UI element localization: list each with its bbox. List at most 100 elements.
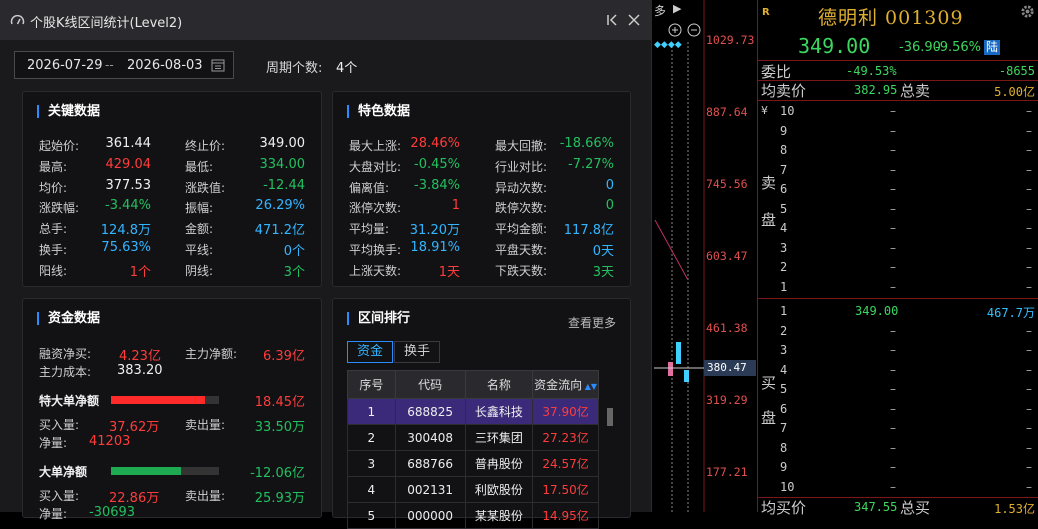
xl-order-value: 18.45亿 [254,395,305,410]
sell-level[interactable]: 1 [780,280,787,294]
flow-cell: 14.95亿 [532,502,599,529]
stat-value: -18.66% [559,136,614,151]
tab-turnover[interactable]: 换手 [394,341,440,363]
sell-level[interactable]: 4 [780,221,787,235]
buy-volume-empty: – [1026,460,1032,474]
see-more-link[interactable]: 查看更多 [568,314,616,331]
buy-price-empty: – [890,479,896,494]
dialog-titlebar[interactable]: 个股K线区间统计(Level2) [0,0,652,40]
table-row[interactable]: 2 300408 三环集团 27.23亿 [347,424,599,451]
table-row[interactable]: 3 688766 普冉股份 24.57亿 [347,450,599,477]
rank-title: 区间排行 [347,312,410,325]
rank-cell: 2 [347,424,396,451]
buy-level[interactable]: 10 [780,480,794,494]
tab-fund[interactable]: 资金 [347,341,393,363]
buy-level[interactable]: 7 [780,421,787,435]
total-sell-label: 总卖 [900,82,931,100]
buy-price-empty: – [890,343,896,357]
stat-label: 最低: [185,159,214,174]
sell-price-empty: – [890,182,896,196]
sell-side-label-1: 卖 [761,174,777,192]
weibi-label: 委比 [761,63,792,81]
l-buy-label: 买入量: [39,489,80,503]
table-row[interactable]: 1 688825 长鑫科技 37.90亿 [347,398,599,425]
date-range-picker[interactable]: 2026-07-29 -- 2026-08-03 [14,51,234,79]
main-cost-value: 383.20 [117,363,163,378]
buy-level[interactable]: 9 [780,460,787,474]
stat-value: 0 [605,198,614,214]
col-name[interactable]: 名称 [464,370,534,399]
xl-sell-label: 卖出量: [185,418,226,432]
collapse-icon[interactable] [603,11,621,29]
table-scrollbar[interactable] [607,408,613,426]
sell-level[interactable]: 9 [780,124,787,138]
period-count-value: 4个 [336,61,358,76]
buy-level[interactable]: 5 [780,382,787,396]
gear-icon[interactable] [1020,4,1035,19]
sell-level[interactable]: 8 [780,143,787,157]
table-row[interactable]: 5 000000 某某股份 14.95亿 [347,502,599,529]
main-cost-label: 主力成本: [39,365,92,379]
buy-level[interactable]: 8 [780,441,787,455]
zoom-out-icon[interactable] [687,22,701,37]
sell-price-empty: – [890,240,896,255]
end-date[interactable]: 2026-08-03 [127,58,203,73]
col-code[interactable]: 代码 [394,370,466,399]
play-icon[interactable]: ▶ [673,2,687,15]
feature-data-card: 特色数据 最大上涨: 28.46% 最大回撤: -18.66% 大盘对比: -0.45% 行… [332,91,631,287]
stat-value: 0天 [592,244,614,259]
r-badge: R [762,7,770,18]
name-cell: 长鑫科技 [464,398,534,425]
sell-volume-empty: – [1026,162,1032,177]
stat-label: 下跌天数: [495,263,548,278]
stat-label: 阳线: [39,263,68,278]
stat-value: 18.91% [410,240,460,255]
range-handle-icon[interactable]: ◆◆◆◆ [654,40,682,50]
date-separator: -- [105,58,114,72]
zoom-in-icon[interactable] [668,22,682,37]
quote-panel: R 德明利 001309 349.00 -36.90 -9.56% 陆 委比 -… [757,0,1038,517]
stat-value: 3个 [283,264,305,280]
stat-value: 334.00 [259,156,306,172]
stat-value: 117.8亿 [563,223,614,239]
sell-level[interactable]: 5 [780,202,787,216]
total-buy: 1.53亿 [994,502,1035,516]
table-row[interactable]: 4 002131 利欧股份 17.50亿 [347,476,599,503]
buy-level[interactable]: 1 [780,304,787,318]
buy-price-empty: – [890,362,896,377]
col-flow[interactable]: 资金流向 ▲▼ [532,370,599,399]
buy-level[interactable]: 4 [780,363,787,377]
xl-buy-value: 37.62万 [109,420,160,435]
total-buy-label: 总买 [900,499,931,517]
buy-level[interactable]: 6 [780,402,787,416]
sell-level[interactable]: 3 [780,241,787,255]
stat-value: 31.20万 [409,223,460,239]
stat-value: 3天 [592,264,614,280]
buy-level[interactable]: 2 [780,324,787,338]
name-cell: 普冉股份 [464,450,534,477]
sell-volume-empty: – [1026,240,1032,255]
stat-value: 26.29% [255,198,305,214]
stat-label: 起始价: [39,139,80,153]
period-count-label: 周期个数: [266,61,323,76]
calendar-icon[interactable] [211,58,225,72]
price-axis-tick: 177.21 [706,465,748,479]
buy-price-empty: – [890,440,896,455]
sell-price-empty: – [890,201,896,216]
col-rank[interactable]: 序号 [347,370,396,399]
stat-label: 均价: [39,180,68,195]
sell-level[interactable]: 10 [780,104,794,118]
total-sell: 5.00亿 [994,85,1035,99]
price-axis-tick: 319.29 [706,393,748,407]
key-data-card: 关键数据 起始价: 361.44 终止价: 349.00 最高: 429.04 最低: 334… [22,91,322,287]
divider [758,60,1038,61]
close-icon[interactable] [625,11,643,29]
gauge-icon [10,14,25,25]
margin-label: 融资净买: [39,347,92,361]
sell-level[interactable]: 2 [780,260,787,274]
start-date[interactable]: 2026-07-29 [27,58,103,73]
sell-level[interactable]: 6 [780,182,787,196]
sell-level[interactable]: 7 [780,163,787,177]
buy-level[interactable]: 3 [780,343,787,357]
sell-volume-empty: – [1026,221,1032,235]
